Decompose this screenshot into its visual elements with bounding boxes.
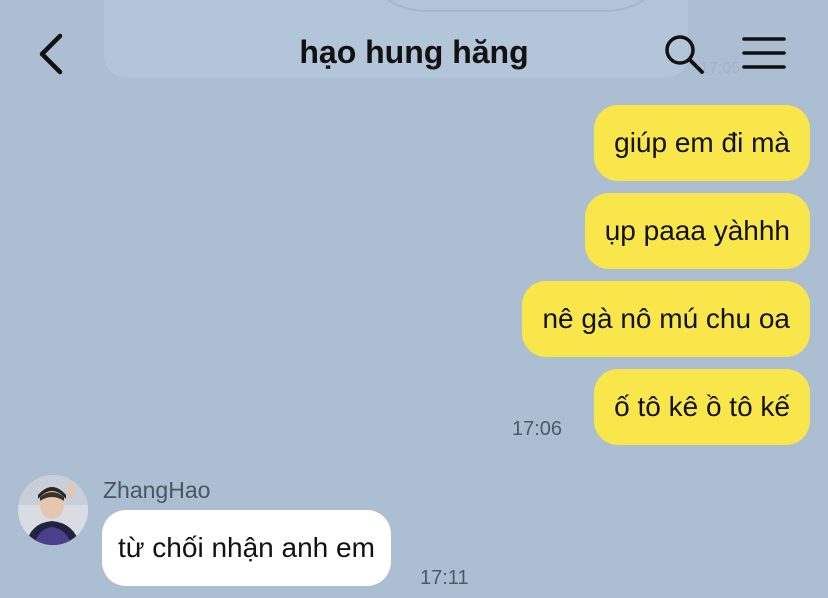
message-timestamp: 17:06: [512, 418, 563, 440]
search-icon: [665, 35, 704, 74]
hamburger-menu-icon: [742, 37, 786, 69]
outgoing-message[interactable]: nê gà nô mú chu oa: [522, 281, 810, 357]
incoming-message[interactable]: từ chối nhận anh em: [102, 510, 391, 586]
search-button[interactable]: [662, 32, 706, 76]
outgoing-message[interactable]: giúp em đi mà: [594, 105, 810, 181]
sender-name: ZhangHao: [103, 477, 211, 503]
avatar-photo: [18, 475, 88, 545]
outgoing-message[interactable]: ụp paaa yàhhh: [584, 193, 810, 269]
chat-header: hạo hung hăng: [0, 0, 828, 100]
menu-button[interactable]: [740, 34, 788, 74]
outgoing-message[interactable]: ố tô kê ồ tô kế: [594, 369, 810, 445]
sender-avatar[interactable]: [18, 475, 88, 545]
message-timestamp: 17:11: [420, 567, 469, 589]
